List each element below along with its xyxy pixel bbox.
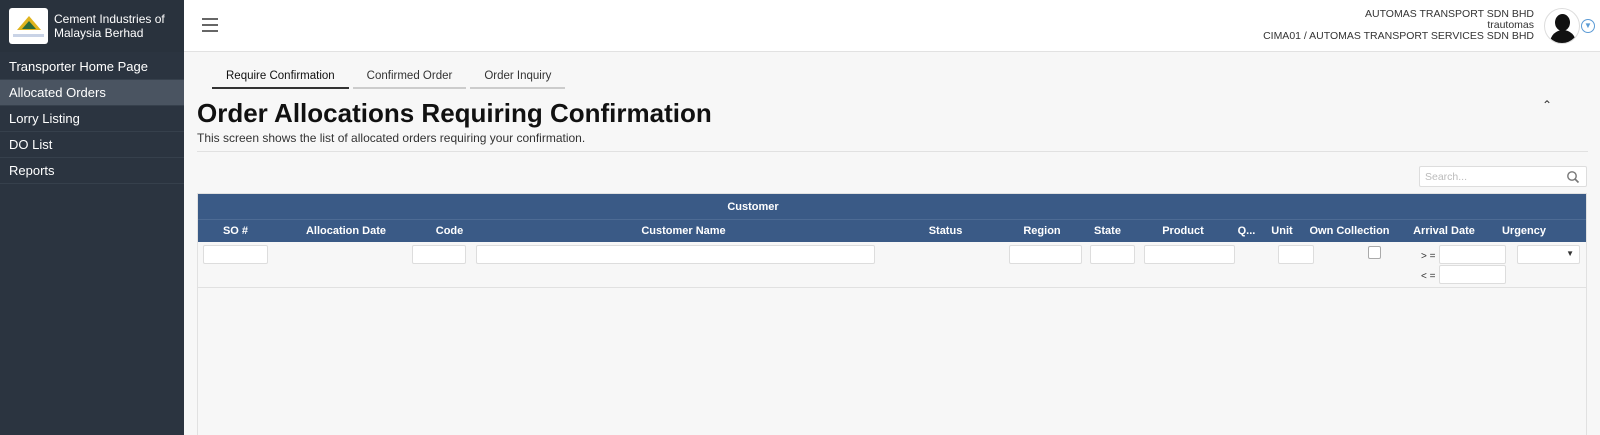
sidebar-item-lorry-listing[interactable]: Lorry Listing [0, 106, 184, 132]
tab-bar: Require Confirmation Confirmed Order Ord… [212, 66, 569, 89]
company-logo [9, 8, 48, 44]
page-description: This screen shows the list of allocated … [197, 131, 586, 145]
sidebar-item-do-list[interactable]: DO List [0, 132, 184, 158]
sidebar: Cement Industries of Malaysia Berhad Tra… [0, 0, 184, 435]
user-account: CIMA01 / AUTOMAS TRANSPORT SERVICES SDN … [1263, 30, 1534, 42]
page-title: Order Allocations Requiring Confirmation [197, 98, 712, 128]
chevron-up-icon[interactable]: ⌃ [1542, 98, 1552, 112]
arrival-from-label: > = [1421, 251, 1436, 262]
sidebar-item-transporter-home[interactable]: Transporter Home Page [0, 54, 184, 80]
top-bar: AUTOMAS TRANSPORT SDN BHD trautomas CIMA… [184, 0, 1600, 52]
filter-urgency-select[interactable]: ▼ [1517, 245, 1580, 264]
column-header-status[interactable]: Status [887, 225, 1004, 237]
column-header-so[interactable]: SO # [198, 225, 273, 237]
search-input[interactable] [1420, 167, 1560, 187]
avatar-icon[interactable] [1544, 8, 1580, 44]
grid-column-header-row: SO # Allocation Date Code Customer Name … [198, 220, 1586, 242]
filter-state[interactable] [1090, 245, 1135, 264]
column-header-region[interactable]: Region [1004, 225, 1080, 237]
column-header-unit[interactable]: Unit [1262, 225, 1302, 237]
filter-so[interactable] [203, 245, 268, 264]
tab-order-inquiry[interactable]: Order Inquiry [470, 66, 566, 89]
filter-code[interactable] [412, 245, 466, 264]
chevron-down-icon[interactable]: ▼ [1581, 19, 1595, 33]
sidebar-item-allocated-orders[interactable]: Allocated Orders [0, 80, 184, 106]
sidebar-nav: Transporter Home Page Allocated Orders L… [0, 54, 184, 184]
search-box [1419, 166, 1587, 187]
filter-arrival-date-to[interactable] [1439, 265, 1506, 284]
column-header-product[interactable]: Product [1135, 225, 1231, 237]
group-header-customer: Customer [727, 201, 779, 213]
brand[interactable]: Cement Industries of Malaysia Berhad [0, 0, 184, 52]
column-header-urgency[interactable]: Urgency [1491, 225, 1557, 237]
column-header-state[interactable]: State [1080, 225, 1135, 237]
column-header-own-collection[interactable]: Own Collection [1302, 225, 1397, 237]
column-header-arrival-date[interactable]: Arrival Date [1397, 225, 1491, 237]
filter-customer-name[interactable] [476, 245, 875, 264]
column-header-customer-name[interactable]: Customer Name [480, 225, 887, 237]
user-info: AUTOMAS TRANSPORT SDN BHD trautomas CIMA… [1263, 9, 1534, 42]
grid-filter-row: > = < = ▼ [198, 242, 1586, 288]
column-header-quantity[interactable]: Q... [1231, 225, 1262, 237]
sidebar-item-reports[interactable]: Reports [0, 158, 184, 184]
arrival-to-label: < = [1421, 271, 1436, 282]
filter-unit[interactable] [1278, 245, 1314, 264]
brand-name: Cement Industries of Malaysia Berhad [54, 12, 165, 40]
grid-header: Customer SO # Allocation Date Code Custo… [198, 194, 1586, 242]
hamburger-icon[interactable] [202, 18, 218, 36]
search-icon[interactable] [1566, 170, 1580, 184]
grid-group-header-row: Customer [198, 194, 1586, 220]
filter-region[interactable] [1009, 245, 1082, 264]
divider [197, 151, 1588, 152]
tab-require-confirmation[interactable]: Require Confirmation [212, 66, 349, 89]
column-header-allocation-date[interactable]: Allocation Date [273, 225, 419, 237]
column-header-code[interactable]: Code [419, 225, 480, 237]
tab-confirmed-order[interactable]: Confirmed Order [352, 66, 467, 89]
dropdown-caret-icon: ▼ [1566, 249, 1574, 258]
filter-arrival-date-from[interactable] [1439, 245, 1506, 264]
orders-grid: Customer SO # Allocation Date Code Custo… [197, 193, 1587, 435]
filter-product[interactable] [1144, 245, 1235, 264]
filter-own-collection-checkbox[interactable] [1368, 246, 1381, 259]
